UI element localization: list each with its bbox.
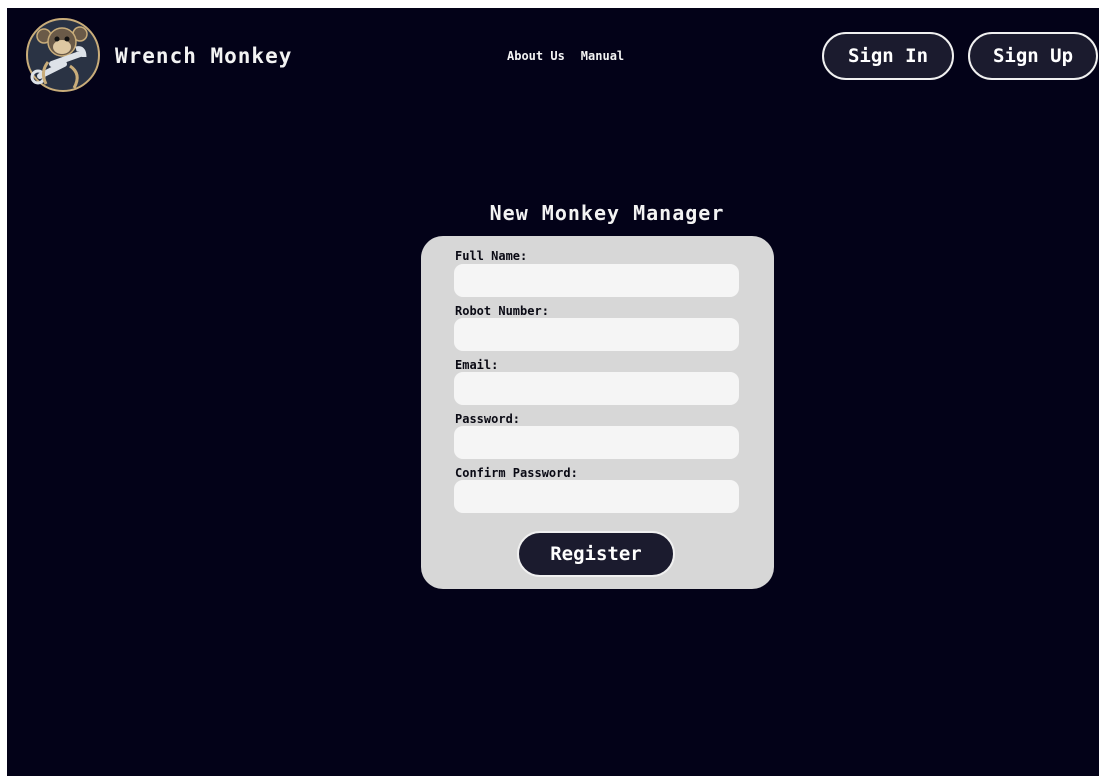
nav-manual-link[interactable]: Manual [581, 49, 624, 63]
top-nav: About Us Manual [507, 49, 624, 63]
app-frame: Wrench Monkey About Us Manual Sign In Si… [7, 8, 1099, 776]
sign-in-button[interactable]: Sign In [822, 32, 954, 80]
confirm-password-input[interactable] [454, 480, 739, 513]
password-input[interactable] [454, 426, 739, 459]
monkey-wrench-logo-icon[interactable] [22, 14, 104, 96]
full-name-input[interactable] [454, 264, 739, 297]
confirm-password-label: Confirm Password: [455, 466, 578, 480]
registration-form: Full Name: Robot Number: Email: Password… [421, 236, 774, 589]
robot-number-input[interactable] [454, 318, 739, 351]
robot-number-label: Robot Number: [455, 304, 549, 318]
nav-about-us-link[interactable]: About Us [507, 49, 565, 63]
full-name-label: Full Name: [455, 249, 528, 263]
brand-name[interactable]: Wrench Monkey [115, 44, 292, 68]
register-button[interactable]: Register [517, 531, 675, 577]
password-label: Password: [455, 412, 521, 426]
sign-up-button[interactable]: Sign Up [968, 32, 1098, 80]
email-label: Email: [455, 358, 499, 372]
email-input[interactable] [454, 372, 739, 405]
form-title: New Monkey Manager [489, 201, 725, 225]
